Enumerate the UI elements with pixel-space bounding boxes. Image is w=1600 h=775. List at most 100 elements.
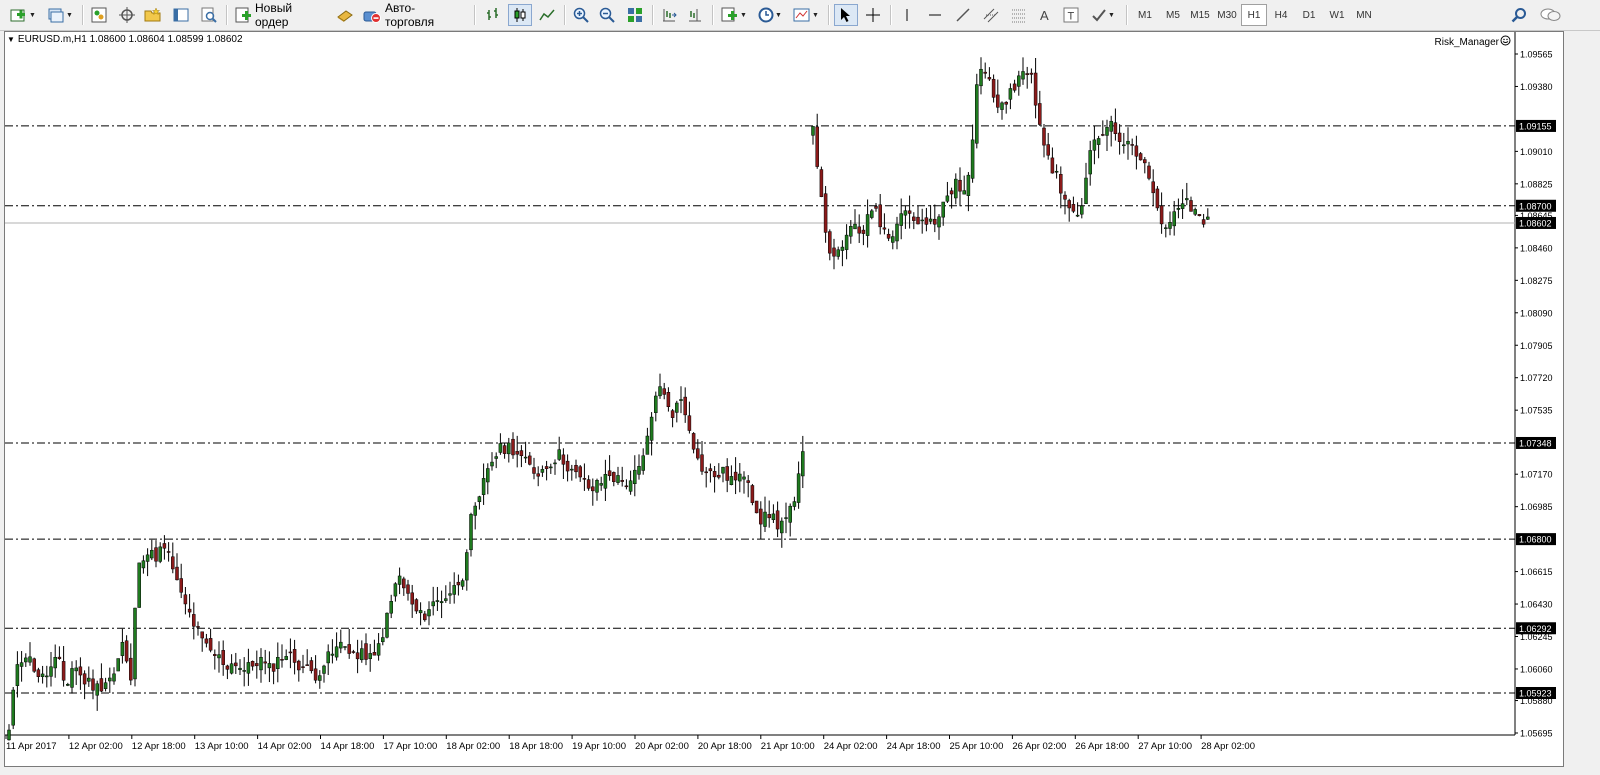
timeframe-m15[interactable]: M15	[1187, 4, 1213, 26]
timeframe-h1[interactable]: H1	[1241, 4, 1267, 26]
bear-candle	[1155, 188, 1160, 209]
bull-candle	[1088, 150, 1092, 175]
periods-button[interactable]: ▼	[754, 4, 786, 26]
bear-candle	[1143, 159, 1147, 164]
strategy-tester-button[interactable]	[198, 4, 220, 26]
bull-candle	[649, 416, 654, 441]
bear-candle	[82, 673, 87, 685]
horizontal-line-tool-button[interactable]	[924, 4, 946, 26]
chart-shift-button[interactable]	[684, 4, 706, 26]
bear-candle	[536, 473, 540, 477]
bear-candle	[196, 626, 200, 628]
text-tool-button[interactable]: A	[1034, 4, 1056, 26]
horizontal-line-icon	[927, 7, 943, 23]
timeframe-d1[interactable]: D1	[1296, 4, 1322, 26]
dropdown-arrow-icon: ▼	[29, 11, 36, 19]
profiles-button[interactable]: ▼	[44, 4, 76, 26]
bull-candle	[1172, 211, 1176, 227]
bull-candle	[326, 651, 330, 664]
bear-candle	[288, 651, 293, 654]
autotrading-button[interactable]: Авто-торговля	[360, 1, 466, 29]
bull-candle	[937, 216, 941, 228]
autoscroll-button[interactable]	[658, 4, 680, 26]
new-order-button[interactable]: Новый ордер	[232, 1, 328, 29]
terminal-button[interactable]	[170, 4, 192, 26]
timeframe-m5[interactable]: M5	[1160, 4, 1186, 26]
timeframe-w1[interactable]: W1	[1324, 4, 1350, 26]
navigator-button[interactable]	[142, 4, 164, 26]
bear-candle	[733, 471, 738, 481]
bull-candle	[742, 476, 746, 480]
bull-candle	[870, 210, 874, 218]
collapse-triangle-icon[interactable]: ▼	[7, 35, 15, 44]
bear-candle	[582, 478, 587, 480]
bull-candle	[729, 476, 734, 485]
time-label: 26 Apr 18:00	[1075, 741, 1129, 752]
clock-icon	[758, 7, 774, 23]
timeframe-h4[interactable]: H4	[1268, 4, 1294, 26]
timeframe-m1[interactable]: M1	[1132, 4, 1158, 26]
bar-chart-button[interactable]	[482, 4, 504, 26]
bear-candle	[832, 247, 836, 257]
text-label-tool-button[interactable]: T	[1060, 4, 1082, 26]
indicators-button[interactable]: ▼	[718, 4, 750, 26]
bear-candle	[725, 466, 729, 481]
bull-candle	[1193, 209, 1197, 215]
zoom-out-button[interactable]	[596, 4, 618, 26]
magnifier-document-icon	[201, 7, 217, 23]
price-chart[interactable]: 1.095651.093801.090101.088251.086451.084…	[5, 32, 1563, 766]
timeframe-mn[interactable]: MN	[1351, 4, 1377, 26]
folder-star-icon	[144, 7, 162, 23]
metaeditor-button[interactable]	[334, 4, 356, 26]
tile-windows-button[interactable]	[624, 4, 646, 26]
chat-button[interactable]	[1538, 4, 1564, 26]
search-button[interactable]	[1508, 4, 1530, 26]
bull-candle	[945, 195, 950, 202]
crosshair-tool-button[interactable]	[862, 4, 884, 26]
bear-candle	[519, 450, 524, 456]
bull-candle	[865, 214, 870, 236]
price-level-tag-text: 1.09155	[1519, 121, 1552, 131]
arrows-tool-button[interactable]: ▼	[1086, 4, 1120, 26]
equidistant-channel-tool-button[interactable]	[980, 4, 1002, 26]
bear-candle	[578, 466, 582, 478]
bear-candle	[204, 638, 209, 644]
bull-candle	[150, 549, 154, 559]
price-label: 1.07905	[1520, 341, 1553, 351]
bull-candle	[45, 675, 49, 678]
bull-candle	[1126, 140, 1130, 145]
bear-candle	[234, 662, 238, 667]
bar-chart-icon	[485, 7, 501, 23]
bear-candle	[620, 480, 624, 482]
templates-button[interactable]: ▼	[790, 4, 822, 26]
bear-candle	[1151, 181, 1155, 194]
bear-candle	[305, 664, 309, 666]
timeframe-m30[interactable]: M30	[1214, 4, 1240, 26]
bear-candle	[907, 210, 912, 214]
vertical-line-tool-button[interactable]	[896, 4, 918, 26]
time-label: 12 Apr 18:00	[132, 741, 186, 752]
bear-candle	[192, 614, 196, 627]
bear-candle	[1059, 174, 1063, 194]
chart-window[interactable]: 1.09565 1.09380 1.09010 1.08825 1.08645 1.084…	[4, 31, 1564, 767]
bull-candle	[339, 641, 343, 649]
price-label: 1.08825	[1520, 179, 1553, 189]
bull-candle	[19, 662, 24, 667]
line-chart-button[interactable]	[536, 4, 558, 26]
new-chart-button[interactable]: ▼	[6, 4, 40, 26]
bull-candle	[368, 653, 372, 660]
bull-candle	[108, 677, 112, 682]
zoom-in-button[interactable]	[570, 4, 592, 26]
candlestick-chart-button[interactable]	[508, 4, 532, 26]
bull-candle	[853, 223, 857, 230]
market-watch-button[interactable]	[88, 4, 110, 26]
bull-candle	[1008, 88, 1013, 100]
smiley-icon	[1500, 35, 1511, 49]
risk-manager-label[interactable]: Risk_Manager	[1435, 35, 1511, 49]
trendline-tool-button[interactable]	[952, 4, 974, 26]
navigator-crosshair-button[interactable]	[116, 4, 138, 26]
bear-candle	[759, 508, 763, 525]
cursor-tool-button[interactable]	[834, 4, 858, 26]
fibonacci-tool-button[interactable]	[1008, 4, 1030, 26]
bull-candle	[473, 505, 477, 516]
